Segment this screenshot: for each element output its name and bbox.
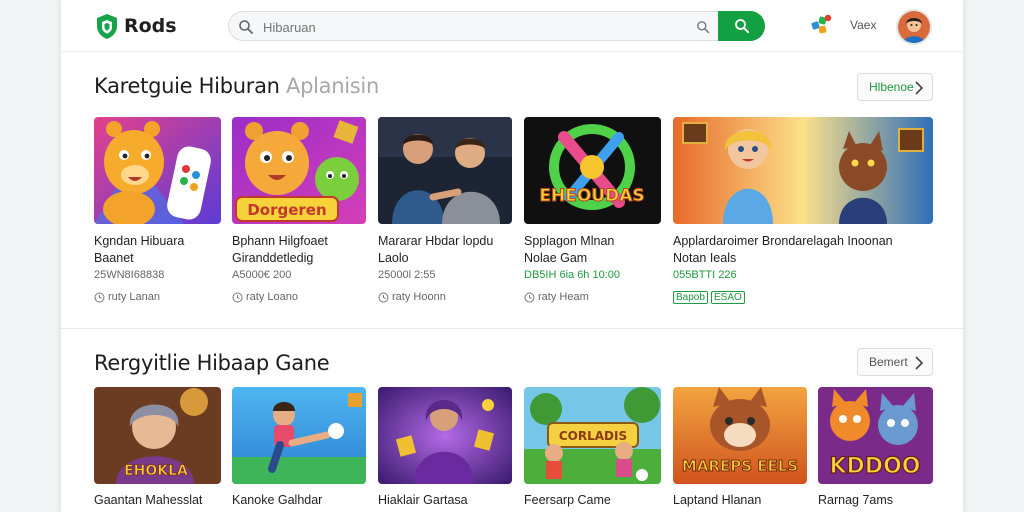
game-art-grandma: EHOKLA [94, 387, 221, 484]
tile-art-text: KDDOO [830, 454, 921, 479]
game-title-line2: Nolae Gam [524, 251, 588, 265]
game-title[interactable]: Kanoke Galhdar [232, 492, 382, 509]
game-meta: 25000l 2:55 [378, 269, 436, 281]
avatar-image [898, 11, 930, 43]
logo-text: Rods [124, 15, 177, 37]
game-title-line1: Spplagon Mlnan [524, 234, 615, 248]
game-title-line1: Applardaroimer Brondarelagah Inoonan [673, 234, 893, 248]
main-card: Rods Vaex [61, 0, 963, 512]
see-all-button-1[interactable]: Hlbenoe [857, 73, 933, 101]
game-card-image[interactable]: EHOKLA [94, 387, 221, 484]
game-card-image[interactable] [94, 117, 221, 224]
game-art-neon-logo: EHEOUDAS [524, 117, 661, 224]
game-title-line1: Mararar Hbdar lopdu [378, 234, 494, 248]
search-input[interactable] [263, 17, 683, 37]
game-card-image[interactable]: KDDOO [818, 387, 933, 484]
tile-art-text: Dorgeren [247, 201, 326, 219]
see-all-label-1: Hlbenoe [869, 80, 914, 94]
clock-icon [232, 292, 243, 302]
section-title-categories: Karetguie Hiburan Aplanisin [94, 74, 379, 98]
game-card-image[interactable] [673, 117, 933, 224]
game-art-bear-friends: Dorgeren [232, 117, 366, 224]
section-title-subtext: Aplanisin [286, 74, 379, 98]
game-meta: A5000€ 200 [232, 269, 292, 281]
puzzle-icon[interactable] [809, 13, 833, 37]
game-title-line2: Giranddetledig [232, 251, 314, 265]
game-art-kicking-boy [232, 387, 366, 484]
game-title[interactable]: Rarnag 7ams [818, 492, 963, 509]
game-title-line2: Notan Ieals [673, 251, 737, 265]
game-rating: raty Hoonn [378, 291, 446, 303]
game-rating: ruty Lanan [94, 291, 160, 303]
user-name[interactable]: Vaex [850, 18, 876, 32]
chevron-right-icon [915, 81, 924, 95]
section-title-popular: Rergyitlie Hibaap Gane [94, 351, 330, 375]
game-title[interactable]: Kgndan Hibuara Baanet [94, 233, 244, 267]
shield-logo-icon [97, 13, 117, 39]
section-divider [61, 328, 963, 329]
game-meta: DB5IH 6ia 6h 10:00 [524, 269, 621, 281]
game-card-image[interactable] [378, 387, 512, 484]
clock-icon [524, 292, 535, 302]
game-art-fox: MAREPS EELS [673, 387, 807, 484]
game-art-soccer-kids: CORLADIS [524, 387, 661, 484]
tile-art-text: CORLADIS [559, 429, 627, 443]
clock-icon [378, 292, 389, 302]
game-title[interactable]: Gaantan Mahesslat [94, 492, 244, 509]
avatar[interactable] [896, 9, 932, 45]
game-title[interactable]: Bphann Hilgfoaet Giranddetledig [232, 233, 382, 267]
tile-art-text: MAREPS EELS [682, 457, 798, 475]
game-art-sorceress [378, 387, 512, 484]
game-meta: 055BTTI 226 [673, 269, 737, 281]
game-card-image[interactable]: EHEOUDAS [524, 117, 661, 224]
tile-art-text: EHOKLA [124, 463, 188, 479]
logo[interactable]: Rods [95, 12, 177, 40]
top-bar: Rods Vaex [61, 0, 963, 52]
section-title-text: Karetguie Hiburan [94, 74, 280, 98]
game-rating: raty Heam [524, 291, 589, 303]
game-rating: raty Loano [232, 291, 298, 303]
game-title[interactable]: Laptand Hlanan [673, 492, 823, 509]
game-title-line1: Kgndan Hibuara [94, 234, 185, 248]
tile-art-text: EHEOUDAS [539, 186, 644, 206]
clock-icon [94, 292, 105, 302]
game-title[interactable]: Spplagon Mlnan Nolae Gam [524, 233, 674, 267]
game-badge: ESAO [711, 291, 745, 304]
search-icon [239, 20, 253, 34]
game-art-cats: KDDOO [818, 387, 933, 484]
game-rating-text: raty Hoonn [392, 291, 446, 303]
game-rating-text: ruty Lanan [108, 291, 160, 303]
game-meta: 25WN8I68838 [94, 269, 165, 281]
game-badge: Bapob [673, 291, 708, 304]
game-rating-text: raty Heam [538, 291, 589, 303]
game-title[interactable]: Mararar Hbdar lopdu Laolo [378, 233, 528, 267]
game-art-girl-and-cat [673, 117, 933, 224]
game-title[interactable]: Feersarp Came [524, 492, 674, 509]
game-title-line2: Baanet [94, 251, 134, 265]
game-rating-text: raty Loano [246, 291, 298, 303]
game-title-line2: Laolo [378, 251, 409, 265]
game-card-image[interactable]: CORLADIS [524, 387, 661, 484]
game-card-image[interactable]: Dorgeren [232, 117, 366, 224]
search-button-icon [734, 19, 749, 33]
lens-icon[interactable] [696, 20, 710, 34]
game-card-image[interactable] [232, 387, 366, 484]
search-button[interactable] [718, 11, 765, 41]
game-card-image[interactable]: MAREPS EELS [673, 387, 807, 484]
game-art-bear-controller [94, 117, 221, 224]
game-title[interactable]: Applardaroimer Brondarelagah Inoonan Not… [673, 233, 933, 267]
see-all-button-2[interactable]: Bemert [857, 348, 933, 376]
see-all-label-2: Bemert [869, 355, 908, 369]
game-title-line1: Bphann Hilgfoaet [232, 234, 328, 248]
game-art-two-boys [378, 117, 512, 224]
game-card-image[interactable] [378, 117, 512, 224]
game-title[interactable]: Hiaklair Gartasa [378, 492, 528, 509]
search-bar[interactable] [228, 11, 765, 41]
chevron-right-icon [915, 356, 924, 370]
